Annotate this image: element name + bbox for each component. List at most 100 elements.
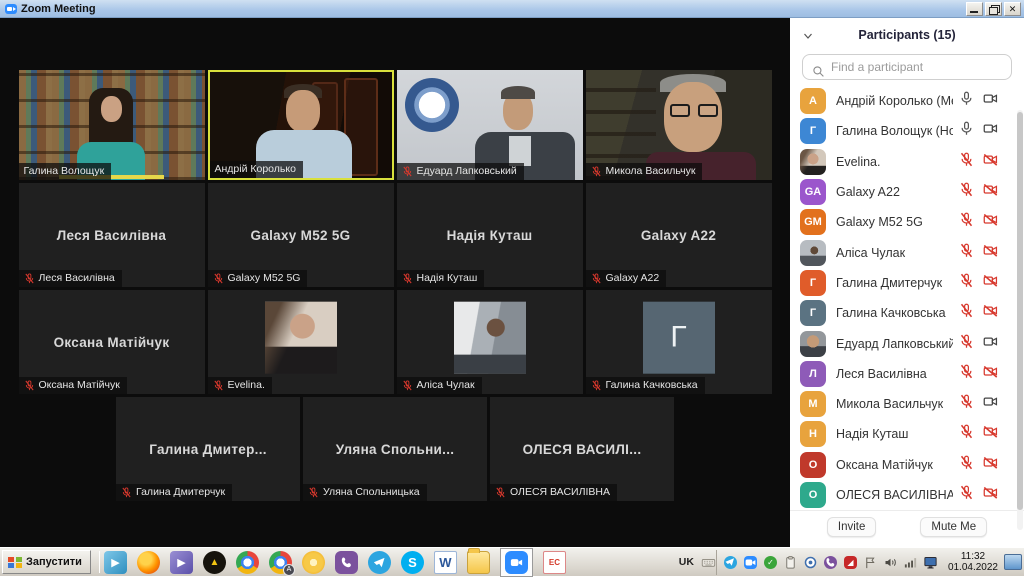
camera-off-icon[interactable] [983, 485, 998, 505]
mic-on-icon[interactable] [959, 121, 974, 141]
scrollbar-thumb[interactable] [1017, 112, 1023, 510]
video-tile-uliana-spolnytska[interactable]: Уляна Спольни... Уляна Спольницька [303, 397, 487, 501]
mic-off-icon[interactable] [959, 303, 974, 323]
zoom-tray-icon[interactable] [743, 555, 758, 570]
mic-off-icon[interactable] [959, 334, 974, 354]
participant-row[interactable]: ООЛЕСЯ ВАСИЛІВНА [790, 480, 1024, 510]
video-tile-galaxy-a22[interactable]: Galaxy A22 Galaxy A22 [586, 183, 772, 287]
chrome-icon[interactable] [236, 551, 259, 574]
zoom-icon[interactable] [505, 551, 528, 574]
video-tile-halyna-voloshchuk[interactable]: Галина Волощук [19, 70, 205, 180]
camera-off-icon[interactable] [983, 243, 998, 263]
participant-row[interactable]: GMGalaxy M52 5G [790, 207, 1024, 237]
mic-on-icon[interactable] [959, 91, 974, 111]
clipboard-tray-icon[interactable] [783, 555, 798, 570]
ec-icon[interactable] [543, 551, 566, 574]
participant-row[interactable]: AАндрій Королько (Me) [790, 86, 1024, 116]
camera-off-icon[interactable] [983, 273, 998, 293]
language-indicator[interactable]: UK [675, 555, 698, 569]
scrollbar[interactable] [1017, 110, 1023, 530]
camera-on-icon[interactable] [983, 121, 998, 141]
display-tray-icon[interactable] [923, 555, 938, 570]
video-tile-olesia-vasylivna[interactable]: ОЛЕСЯ ВАСИЛІ... ОЛЕСЯ ВАСИЛІВНА [490, 397, 674, 501]
mic-off-icon[interactable] [959, 424, 974, 444]
video-tile-mykola-vasylchuk[interactable]: Микола Васильчук [586, 70, 772, 180]
mic-off-icon[interactable] [959, 212, 974, 232]
eye-tray-icon[interactable] [803, 555, 818, 570]
video-tile-halyna-dmyterchuk[interactable]: Галина Дмитер... Галина Дмитерчук [116, 397, 300, 501]
participant-row[interactable]: ННадія Куташ [790, 419, 1024, 449]
camera-off-icon[interactable] [983, 152, 998, 172]
mic-off-icon[interactable] [959, 455, 974, 475]
camera-off-icon[interactable] [983, 364, 998, 384]
mic-off-icon[interactable] [959, 364, 974, 384]
zoom-taskbar-button-active[interactable] [500, 548, 533, 577]
folder-icon[interactable] [467, 551, 490, 574]
video-tile-oksana-matiichuk[interactable]: Оксана Матійчук Оксана Матійчук [19, 290, 205, 394]
participant-row[interactable]: ММикола Васильчук [790, 389, 1024, 419]
camera-off-icon[interactable] [983, 424, 998, 444]
flag-tray-icon[interactable] [863, 555, 878, 570]
km-icon[interactable] [170, 551, 193, 574]
video-tile-andrii-korolko[interactable]: Андрій Королько [208, 70, 394, 180]
camera-on-icon[interactable] [983, 334, 998, 354]
mute-me-button[interactable]: Mute Me [920, 517, 987, 537]
participant-row[interactable]: Evelina. [790, 147, 1024, 177]
volume-tray-icon[interactable] [883, 555, 898, 570]
chevron-down-icon[interactable] [802, 30, 814, 40]
tile-name-label: Микола Васильчук [586, 163, 703, 180]
red-app-tray-icon[interactable]: ◢ [843, 555, 858, 570]
video-tile-halyna-kachkovska[interactable]: Г Галина Качковська [586, 290, 772, 394]
word-icon[interactable] [434, 551, 457, 574]
camera-off-icon[interactable] [983, 212, 998, 232]
invite-button[interactable]: Invite [827, 517, 877, 537]
participant-row[interactable]: ЛЛеся Василівна [790, 359, 1024, 389]
camera-off-icon[interactable] [983, 303, 998, 323]
skype-icon[interactable] [401, 551, 424, 574]
participant-row[interactable]: Едуард Лапковський [790, 328, 1024, 358]
camera-off-icon[interactable] [983, 182, 998, 202]
mic-off-icon[interactable] [959, 485, 974, 505]
participant-row[interactable]: Аліса Чулак [790, 237, 1024, 267]
show-desktop-icon[interactable] [1004, 554, 1022, 570]
viber-tray-icon[interactable] [823, 555, 838, 570]
aimp-icon[interactable] [203, 551, 226, 574]
wmp-icon[interactable] [104, 551, 127, 574]
participant-name: Evelina. [836, 155, 953, 169]
participant-row[interactable]: ГГалина Качковська [790, 298, 1024, 328]
participant-row[interactable]: ООксана Матійчук [790, 450, 1024, 480]
video-tile-eduard-lapkovskyi[interactable]: Едуард Лапковський [397, 70, 583, 180]
camera-on-icon[interactable] [983, 91, 998, 111]
search-input[interactable] [802, 54, 1012, 80]
video-tile-alisa-chulak[interactable]: Аліса Чулак [397, 290, 583, 394]
keyboard-icon[interactable] [701, 555, 716, 570]
mic-off-icon[interactable] [959, 243, 974, 263]
chrome-profile-icon[interactable]: A [269, 551, 292, 574]
mic-off-icon[interactable] [959, 152, 974, 172]
check-tray-icon[interactable]: ✓ [763, 555, 778, 570]
firefox-icon[interactable] [137, 551, 160, 574]
participant-row[interactable]: ГГалина Волощук (Host) [790, 116, 1024, 146]
video-tile-galaxy-m52[interactable]: Galaxy M52 5G Galaxy M52 5G [208, 183, 394, 287]
mic-off-icon [402, 166, 413, 177]
start-button[interactable]: Запустити [2, 550, 91, 574]
canary-icon[interactable] [302, 551, 325, 574]
video-tile-nadiia-kutash[interactable]: Надія Куташ Надія Куташ [397, 183, 583, 287]
video-tile-evelina[interactable]: Evelina. [208, 290, 394, 394]
camera-on-icon[interactable] [983, 394, 998, 414]
telegram-tray-icon[interactable] [723, 555, 738, 570]
participant-row[interactable]: ГГалина Дмитерчук [790, 268, 1024, 298]
minimize-button[interactable] [966, 2, 983, 16]
camera-off-icon[interactable] [983, 455, 998, 475]
clock[interactable]: 11:32 01.04.2022 [948, 551, 998, 573]
viber-icon[interactable] [335, 551, 358, 574]
signal-tray-icon[interactable] [903, 555, 918, 570]
telegram-icon[interactable] [368, 551, 391, 574]
close-button[interactable] [1004, 2, 1021, 16]
mic-off-icon[interactable] [959, 182, 974, 202]
mic-off-icon[interactable] [959, 394, 974, 414]
participant-row[interactable]: GAGalaxy A22 [790, 177, 1024, 207]
mic-off-icon[interactable] [959, 273, 974, 293]
restore-button[interactable] [985, 2, 1002, 16]
video-tile-lesia-vasylivna[interactable]: Леся Василівна Леся Василівна [19, 183, 205, 287]
